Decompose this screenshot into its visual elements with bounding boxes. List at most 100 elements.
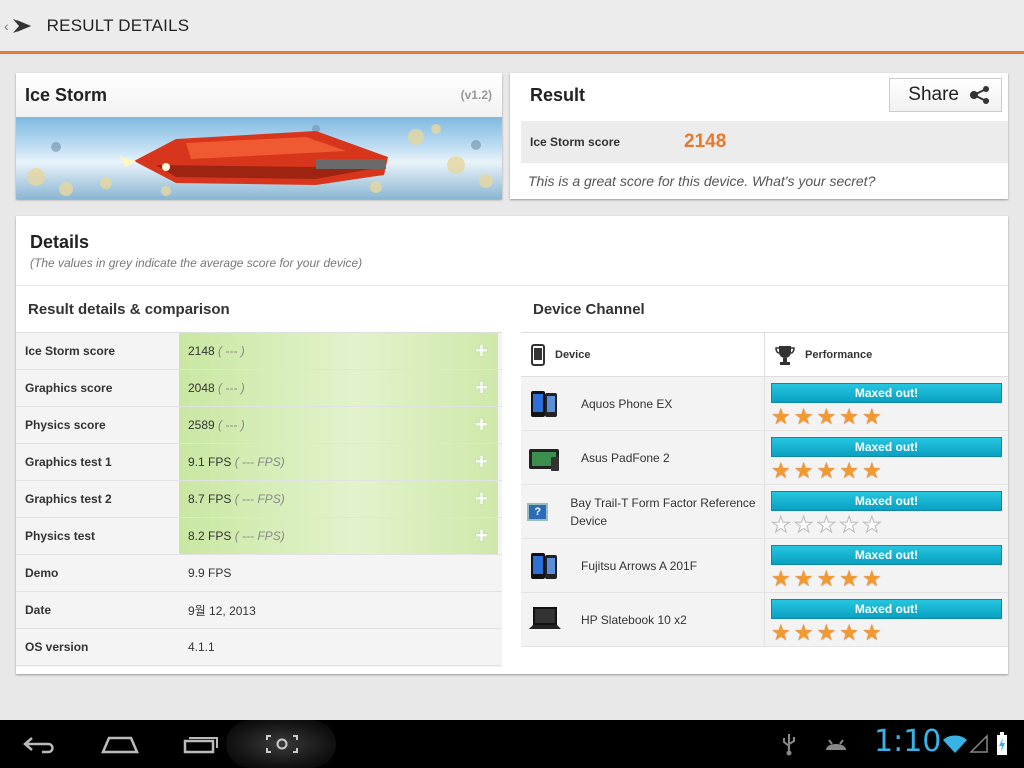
score-value: 2148 bbox=[684, 131, 727, 152]
details-panel: Details (The values in grey indicate the… bbox=[16, 216, 1008, 674]
device-row[interactable]: HP Slatebook 10 x2 Maxed out! ★ ★ ★ ★ ★ bbox=[521, 593, 1008, 647]
star-icon: ★ bbox=[793, 620, 814, 645]
star-icon: ★ bbox=[839, 512, 860, 537]
result-panel: Result Share Ice Storm score 2148 This i… bbox=[510, 73, 1008, 199]
device-performance-cell: Maxed out! ★ ★ ★ ★ ★ bbox=[765, 431, 1008, 484]
expand-plus-icon[interactable]: + bbox=[475, 525, 488, 547]
phone-icon bbox=[531, 390, 557, 417]
details-title: Details bbox=[30, 232, 90, 252]
detail-value-cell: 2148 ( --- ) + bbox=[179, 333, 498, 369]
device-row[interactable]: Fujitsu Arrows A 201F Maxed out! ★ ★ ★ ★ ★ bbox=[521, 539, 1008, 593]
detail-label: OS version bbox=[16, 629, 179, 665]
nav-recents-button[interactable] bbox=[180, 728, 220, 760]
detail-value-text: 2048 ( --- ) bbox=[188, 381, 245, 395]
result-details-section: Result details & comparison Ice Storm sc… bbox=[16, 287, 502, 667]
star-icon: ★ bbox=[861, 458, 882, 483]
star-icon: ★ bbox=[771, 566, 791, 591]
maxed-out-badge: Maxed out! bbox=[771, 599, 1002, 619]
detail-row[interactable]: Graphics score 2048 ( --- ) + bbox=[16, 370, 502, 407]
device-performance-cell: Maxed out! ★ ★ ★ ★ ★ bbox=[765, 377, 1008, 430]
star-rating: ★ ★ ★ ★ ★ bbox=[771, 622, 1002, 644]
result-header: Result Share bbox=[510, 73, 1008, 117]
detail-value: 9.1 FPS bbox=[188, 455, 232, 469]
detail-label: Graphics test 1 bbox=[16, 444, 179, 480]
screenshot-icon bbox=[266, 735, 298, 753]
detail-average: ( --- FPS) bbox=[234, 529, 285, 543]
detail-row[interactable]: Graphics test 1 9.1 FPS ( --- FPS) + bbox=[16, 444, 502, 481]
maxed-out-badge: Maxed out! bbox=[771, 491, 1002, 511]
details-subtitle: (The values in grey indicate the average… bbox=[30, 256, 363, 270]
star-icon: ★ bbox=[771, 620, 791, 645]
detail-row[interactable]: Physics test 8.2 FPS ( --- FPS) + bbox=[16, 518, 502, 555]
detail-row[interactable]: Physics score 2589 ( --- ) + bbox=[16, 407, 502, 444]
back-button[interactable]: ‹ bbox=[0, 0, 33, 51]
device-performance-cell: Maxed out! ★ ★ ★ ★ ★ bbox=[765, 485, 1008, 538]
star-icon: ★ bbox=[839, 566, 859, 591]
maxed-out-badge: Maxed out! bbox=[771, 383, 1002, 403]
device-name-cell: Asus PadFone 2 bbox=[521, 431, 765, 484]
device-row[interactable]: Asus PadFone 2 Maxed out! ★ ★ ★ ★ ★ bbox=[521, 431, 1008, 485]
detail-average: ( --- ) bbox=[218, 381, 245, 395]
device-row[interactable]: ? Bay Trail-T Form Factor Reference Devic… bbox=[521, 485, 1008, 539]
nav-home-button[interactable] bbox=[100, 728, 140, 760]
detail-value-cell: 4.1.1 bbox=[179, 629, 502, 665]
star-icon: ★ bbox=[793, 458, 814, 483]
expand-plus-icon[interactable]: + bbox=[475, 377, 488, 399]
trophy-icon bbox=[775, 345, 795, 365]
detail-label: Physics score bbox=[16, 407, 179, 443]
detail-value: 2148 bbox=[188, 344, 215, 358]
expand-plus-icon[interactable]: + bbox=[475, 488, 488, 510]
detail-label: Physics test bbox=[16, 518, 179, 554]
nav-back-button[interactable] bbox=[20, 728, 60, 760]
score-label: Ice Storm score bbox=[530, 135, 621, 149]
detail-value-text: 9.9 FPS bbox=[188, 566, 231, 580]
star-icon: ★ bbox=[861, 620, 882, 645]
recent-apps-icon bbox=[183, 737, 218, 754]
share-button[interactable]: Share bbox=[889, 78, 1002, 112]
detail-label: Graphics test 2 bbox=[16, 481, 179, 517]
result-message: This is a great score for this device. W… bbox=[528, 173, 876, 189]
star-rating: ★ ★ ★ ★ ★ bbox=[771, 406, 1002, 428]
star-icon: ★ bbox=[793, 404, 814, 429]
device-channel-section: Device Channel Device Performance Aquos … bbox=[521, 287, 1008, 667]
star-icon: ★ bbox=[839, 458, 859, 483]
detail-value: 9월 12, 2013 bbox=[188, 603, 256, 618]
device-name: Aquos Phone EX bbox=[581, 396, 673, 411]
detail-average: ( --- ) bbox=[218, 418, 245, 432]
device-performance-cell: Maxed out! ★ ★ ★ ★ ★ bbox=[765, 593, 1008, 646]
star-icon: ★ bbox=[861, 404, 882, 429]
phone-icon bbox=[531, 343, 545, 366]
result-title: Result bbox=[530, 84, 586, 105]
device-channel-heading: Device Channel bbox=[521, 287, 1008, 333]
expand-plus-icon[interactable]: + bbox=[475, 451, 488, 473]
detail-average: ( --- FPS) bbox=[234, 492, 285, 506]
maxed-out-badge: Maxed out! bbox=[771, 437, 1002, 457]
expand-plus-icon[interactable]: + bbox=[475, 340, 488, 362]
detail-label: Demo bbox=[16, 555, 179, 591]
detail-value-text: 4.1.1 bbox=[188, 640, 215, 654]
details-header: Details (The values in grey indicate the… bbox=[16, 216, 1008, 286]
star-icon: ★ bbox=[861, 512, 882, 537]
detail-value-cell: 9.9 FPS bbox=[179, 555, 502, 591]
expand-plus-icon[interactable]: + bbox=[475, 414, 488, 436]
detail-row[interactable]: Ice Storm score 2148 ( --- ) + bbox=[16, 333, 502, 370]
result-details-list: Ice Storm score 2148 ( --- ) + Graphics sco… bbox=[16, 333, 502, 666]
question-icon: ? bbox=[527, 502, 549, 521]
device-column-header: Device bbox=[521, 333, 765, 376]
device-name-cell: HP Slatebook 10 x2 bbox=[521, 593, 765, 646]
tablet-icon bbox=[529, 448, 559, 471]
detail-value-text: 9월 12, 2013 bbox=[188, 602, 256, 619]
star-rating: ★ ★ ★ ★ ★ bbox=[771, 460, 1002, 482]
performance-column-header: Performance bbox=[765, 333, 1008, 376]
benchmark-panel: Ice Storm (v1.2) bbox=[16, 73, 502, 199]
device-table-header: Device Performance bbox=[521, 333, 1008, 377]
detail-value-text: 8.7 FPS ( --- FPS) bbox=[188, 492, 285, 506]
detail-row[interactable]: Graphics test 2 8.7 FPS ( --- FPS) + bbox=[16, 481, 502, 518]
detail-row: OS version 4.1.1 bbox=[16, 629, 502, 666]
device-row[interactable]: Aquos Phone EX Maxed out! ★ ★ ★ ★ ★ bbox=[521, 377, 1008, 431]
nav-screenshot-button[interactable] bbox=[262, 728, 302, 760]
system-navigation-bar: 1:10 bbox=[0, 720, 1024, 768]
star-icon: ★ bbox=[839, 404, 859, 429]
star-icon: ★ bbox=[771, 404, 791, 429]
detail-value-cell: 2589 ( --- ) + bbox=[179, 407, 498, 443]
